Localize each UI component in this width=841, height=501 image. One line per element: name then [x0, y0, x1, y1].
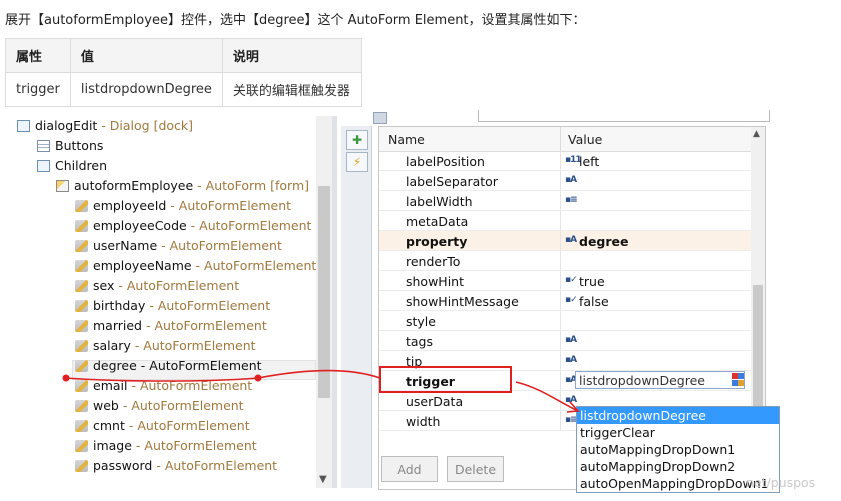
cell-property: trigger	[5, 72, 71, 107]
text-type-icon: ▪A	[565, 355, 577, 365]
trigger-picker-icon[interactable]	[731, 372, 745, 387]
property-toolbar: ✚ ⚡	[341, 126, 372, 488]
children-icon	[37, 160, 50, 172]
tree-scrollbar[interactable]: ▼	[316, 116, 332, 488]
column-value-header: Value	[568, 132, 603, 147]
property-top-bar	[373, 110, 770, 126]
property-row-showhint[interactable]: showHint ▪✓ true	[379, 271, 751, 291]
cell-value: listdropdownDegree	[69, 72, 223, 107]
intro-text: 展开【autoformEmployee】控件，选中【degree】这个 Auto…	[5, 13, 586, 28]
property-row-metadata[interactable]: metaData	[379, 211, 751, 231]
tree-item-salary[interactable]: salary - AutoFormElement	[75, 336, 256, 356]
tree-item-autoformemployee[interactable]: autoformEmployee - AutoForm [form]	[56, 176, 309, 196]
chevron-up-icon[interactable]: ▲	[753, 129, 760, 139]
dropdown-option[interactable]: triggerClear	[577, 424, 779, 441]
element-icon	[75, 260, 88, 272]
dropdown-option[interactable]: autoMappingDropDown1	[577, 441, 779, 458]
trigger-highlight-box	[379, 366, 512, 393]
chevron-down-icon[interactable]: ▼	[319, 474, 327, 485]
tree-item-web[interactable]: web - AutoFormElement	[75, 396, 244, 416]
element-icon	[75, 420, 88, 432]
buttons-icon	[37, 140, 50, 152]
tree-item-degree[interactable]: degree - AutoFormElement	[75, 356, 262, 376]
tree-item-password[interactable]: password - AutoFormElement	[75, 456, 277, 476]
element-icon	[75, 280, 88, 292]
property-row-property[interactable]: property ▪A degree	[379, 231, 751, 251]
boolean-type-icon: ▪✓	[565, 295, 578, 305]
property-row-labelposition[interactable]: labelPosition ▪11 left	[379, 151, 751, 171]
property-row-style[interactable]: style	[379, 311, 751, 331]
property-row-labelseparator[interactable]: labelSeparator ▪A	[379, 171, 751, 191]
object-icon	[373, 112, 387, 124]
property-row-showhintmessage[interactable]: showHintMessage ▪✓ false	[379, 291, 751, 311]
element-icon	[75, 240, 88, 252]
header-property: 属性	[5, 38, 71, 73]
cell-description: 关联的编辑框触发器	[221, 72, 362, 107]
tree-item-married[interactable]: married - AutoFormElement	[75, 316, 267, 336]
tree-item-email[interactable]: email - AutoFormElement	[75, 376, 252, 396]
element-icon	[75, 440, 88, 452]
tree-item-employeeid[interactable]: employeeId - AutoFormElement	[75, 196, 291, 216]
boolean-type-icon: ▪✓	[565, 275, 578, 285]
tree-item-employeecode[interactable]: employeeCode - AutoFormElement	[75, 216, 311, 236]
dropdown-option[interactable]: listdropdownDegree	[577, 407, 779, 424]
element-icon	[75, 360, 88, 372]
text-type-icon: ▪A	[565, 395, 577, 405]
object-selector[interactable]	[478, 110, 770, 122]
text-type-icon: ▪A	[565, 235, 577, 245]
tree-item-children[interactable]: Children	[37, 156, 107, 176]
property-row-labelwidth[interactable]: labelWidth ▪≡	[379, 191, 751, 211]
element-icon	[75, 340, 88, 352]
watermark: net/puspos	[746, 475, 816, 490]
property-info-table: 属性 值 说明 trigger listdropdownDegree 关联的编辑…	[5, 38, 362, 107]
property-row-tags[interactable]: tags ▪A	[379, 331, 751, 351]
element-icon	[75, 400, 88, 412]
header-description: 说明	[221, 38, 362, 73]
table-row: trigger listdropdownDegree 关联的编辑框触发器	[5, 72, 362, 107]
tree-item-birthday[interactable]: birthday - AutoFormElement	[75, 296, 270, 316]
property-row-renderto[interactable]: renderTo	[379, 251, 751, 271]
pin-icon[interactable]: ✚	[346, 130, 368, 150]
trigger-value-input[interactable]: listdropdownDegree	[575, 371, 745, 389]
add-button[interactable]: Add	[381, 456, 438, 482]
autoform-icon	[56, 180, 69, 192]
tree-item-buttons[interactable]: Buttons	[37, 136, 103, 156]
text-type-icon: ▪A	[565, 335, 577, 345]
element-icon	[75, 320, 88, 332]
panel-splitter[interactable]	[332, 116, 337, 488]
element-icon	[75, 460, 88, 472]
tree-item-sex[interactable]: sex - AutoFormElement	[75, 276, 239, 296]
delete-button[interactable]: Delete	[447, 456, 504, 482]
component-tree: dialogEdit - Dialog [dock] Buttons Child…	[0, 116, 332, 488]
tree-item-dialogedit[interactable]: dialogEdit - Dialog [dock]	[17, 116, 193, 136]
tree-scroll-thumb[interactable]	[318, 186, 330, 398]
lightning-icon[interactable]: ⚡	[346, 152, 368, 172]
tree-item-employeename[interactable]: employeeName - AutoFormElement	[75, 256, 316, 276]
tree-item-cmnt[interactable]: cmnt - AutoFormElement	[75, 416, 250, 436]
header-value: 值	[69, 38, 223, 73]
text-type-icon: ▪A	[565, 175, 577, 185]
grid-header: Name Value	[379, 127, 751, 152]
element-icon	[75, 300, 88, 312]
tree-item-image[interactable]: image - AutoFormElement	[75, 436, 257, 456]
tree-item-username[interactable]: userName - AutoFormElement	[75, 236, 282, 256]
element-icon	[75, 200, 88, 212]
element-icon	[75, 380, 88, 392]
element-icon	[75, 220, 88, 232]
dialog-icon	[17, 120, 30, 132]
column-name-header: Name	[388, 132, 425, 147]
list-type-icon: ▪≡	[565, 415, 578, 425]
list-type-icon: ▪≡	[565, 195, 578, 205]
dropdown-option[interactable]: autoMappingDropDown2	[577, 458, 779, 475]
